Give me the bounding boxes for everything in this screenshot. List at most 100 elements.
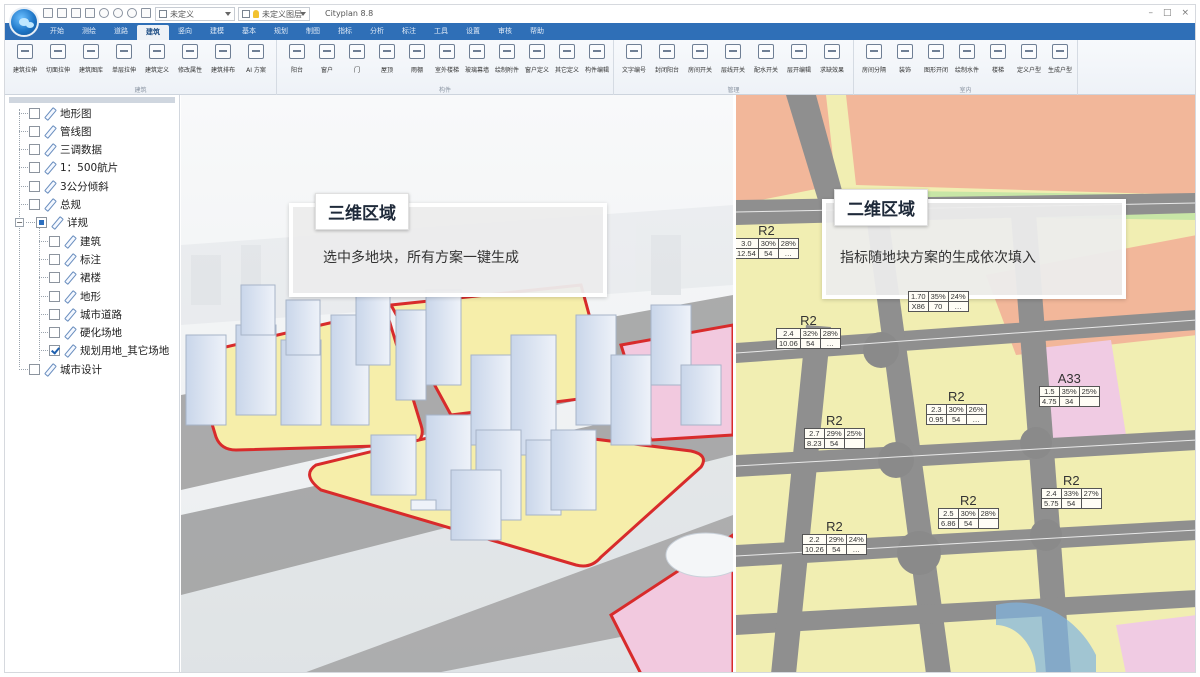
layer-visibility-checkbox[interactable] [36,217,47,229]
close-button[interactable]: × [1181,8,1189,18]
ribbon-button[interactable]: 阳台 [281,44,313,74]
ribbon-button[interactable]: 构件编辑 [581,44,613,74]
layer-visibility-checkbox[interactable] [49,235,60,247]
layer-tree-item[interactable]: 地形 [39,288,101,304]
ribbon-button[interactable]: 装饰 [889,44,921,74]
open-file-icon[interactable] [57,8,67,18]
new-file-icon[interactable] [43,8,53,18]
pencil-icon[interactable] [64,309,75,320]
layer-tree-item[interactable]: 总规 [19,197,81,213]
parcel-indicator-label[interactable]: R2 2.3 30% 26% 0.95 54… [926,389,987,425]
parcel-indicator-label[interactable]: R2 2.4 32% 28% 10.06 54… [776,313,841,349]
layer-visibility-checkbox[interactable] [29,162,40,174]
ribbon-tab[interactable]: 竖向 [169,23,201,40]
ribbon-tab[interactable]: 工具 [425,23,457,40]
pencil-icon[interactable] [64,236,75,247]
ribbon-button[interactable]: 配水开关 [750,44,782,74]
ribbon-tab[interactable]: 审核 [489,23,521,40]
parcel-indicator-label[interactable]: R2 3.0 30% 28% 12.54 54… [736,223,799,259]
layer-tree-item[interactable]: 硬化场地 [39,325,122,341]
definition-combo[interactable]: 未定义 [155,7,235,21]
layer-tree-item[interactable]: 建筑 [39,233,101,249]
pencil-icon[interactable] [44,126,55,137]
layer-tree-item[interactable]: 规划用地_其它场地 [39,343,169,359]
parcel-indicator-label[interactable]: A33 1.5 35% 25% 4.75 34 [1039,371,1100,407]
ribbon-button[interactable]: 修改属性 [174,44,206,74]
ribbon-button[interactable]: 求缺效果 [816,44,848,74]
ribbon-button[interactable]: 玻璃幕墙 [461,44,493,74]
ribbon-button[interactable]: 单层拉伸 [108,44,140,74]
redo-icon[interactable] [113,8,123,18]
ribbon-button[interactable]: 切面拉伸 [42,44,74,74]
layer-visibility-checkbox[interactable] [49,308,60,320]
ribbon-button[interactable]: 门 [341,44,373,74]
layer-combo[interactable]: 未定义图层 [238,7,310,21]
save-as-icon[interactable] [85,8,95,18]
layer-tree-item[interactable]: 1：500航片 [19,160,118,176]
parcel-indicator-label[interactable]: 1.70 35% 24% X86 70… [908,291,969,312]
ribbon-tab[interactable]: 基本 [233,23,265,40]
layer-visibility-checkbox[interactable] [29,180,40,192]
parcel-indicator-label[interactable]: R2 2.7 29% 25% 8.23 54 [804,413,865,449]
pencil-icon[interactable] [64,345,75,356]
layer-tree-item[interactable]: 裙楼 [39,270,101,286]
undo-icon[interactable] [99,8,109,18]
app-logo[interactable] [9,7,39,37]
ribbon-button[interactable]: 窗户 [311,44,343,74]
layer-visibility-checkbox[interactable] [49,327,60,339]
parcel-indicator-label[interactable]: R2 2.2 29% 24% 10.26 54… [802,519,867,555]
layer-tree-item[interactable]: − 详规 [15,215,88,231]
layer-visibility-checkbox[interactable] [29,107,40,119]
ribbon-button[interactable]: 屋顶 [371,44,403,74]
layer-visibility-checkbox[interactable] [49,272,60,284]
maximize-button[interactable]: □ [1163,8,1172,18]
pencil-icon[interactable] [64,327,75,338]
ribbon-button[interactable]: 图形开闭 [920,44,952,74]
pencil-icon[interactable] [44,364,55,375]
layer-visibility-checkbox[interactable] [29,144,40,156]
layer-tree-item[interactable]: 管线图 [19,123,92,139]
layer-tree-item[interactable]: 城市设计 [19,361,102,377]
ribbon-button[interactable]: 房间分隔 [858,44,890,74]
ribbon-button[interactable]: 窗户定义 [521,44,553,74]
ribbon-tab[interactable]: 开始 [41,23,73,40]
ribbon-button[interactable]: 定义户型 [1013,44,1045,74]
ribbon-button[interactable]: 建筑拉伸 [9,44,41,74]
ribbon-tab[interactable]: 建模 [201,23,233,40]
ribbon-tab[interactable]: 建筑 [137,25,169,40]
pencil-icon[interactable] [44,181,55,192]
layer-visibility-checkbox[interactable] [49,345,60,357]
ribbon-button[interactable]: 绘制附件 [491,44,523,74]
layer-tree-item[interactable]: 3公分倾斜 [19,178,109,194]
layer-tree-item[interactable]: 三调数据 [19,142,102,158]
ribbon-button[interactable]: 建筑图库 [75,44,107,74]
layer-visibility-checkbox[interactable] [29,363,40,375]
layer-visibility-checkbox[interactable] [49,290,60,302]
parcel-indicator-label[interactable]: R2 2.5 30% 28% 6.86 54 [938,493,999,529]
ribbon-tab[interactable]: 道路 [105,23,137,40]
ribbon-button[interactable]: 层线开关 [717,44,749,74]
ribbon-button[interactable]: 建筑排布 [207,44,239,74]
ribbon-button[interactable]: 文字编号 [618,44,650,74]
pencil-icon[interactable] [44,162,55,173]
ribbon-button[interactable]: 封闭阳台 [651,44,683,74]
save-icon[interactable] [71,8,81,18]
ribbon-tab[interactable]: 测绘 [73,23,105,40]
ribbon-tab[interactable]: 帮助 [521,23,553,40]
pencil-icon[interactable] [44,144,55,155]
ribbon-button[interactable]: AI 方案 [240,44,272,74]
ribbon-tab[interactable]: 制图 [297,23,329,40]
ribbon-button[interactable]: 生成户型 [1044,44,1076,74]
layer-visibility-checkbox[interactable] [29,125,40,137]
ribbon-tab[interactable]: 指标 [329,23,361,40]
layer-visibility-checkbox[interactable] [49,253,60,265]
ribbon-button[interactable]: 绘制水件 [951,44,983,74]
ribbon-button[interactable]: 建筑定义 [141,44,173,74]
ribbon-tab[interactable]: 标注 [393,23,425,40]
pencil-icon[interactable] [64,291,75,302]
ribbon-button[interactable]: 雨棚 [401,44,433,74]
layer-tree-item[interactable]: 地形图 [19,105,92,121]
ribbon-button[interactable]: 其它定义 [551,44,583,74]
collapse-toggle-icon[interactable]: − [15,218,24,228]
ribbon-button[interactable]: 层开编辑 [783,44,815,74]
